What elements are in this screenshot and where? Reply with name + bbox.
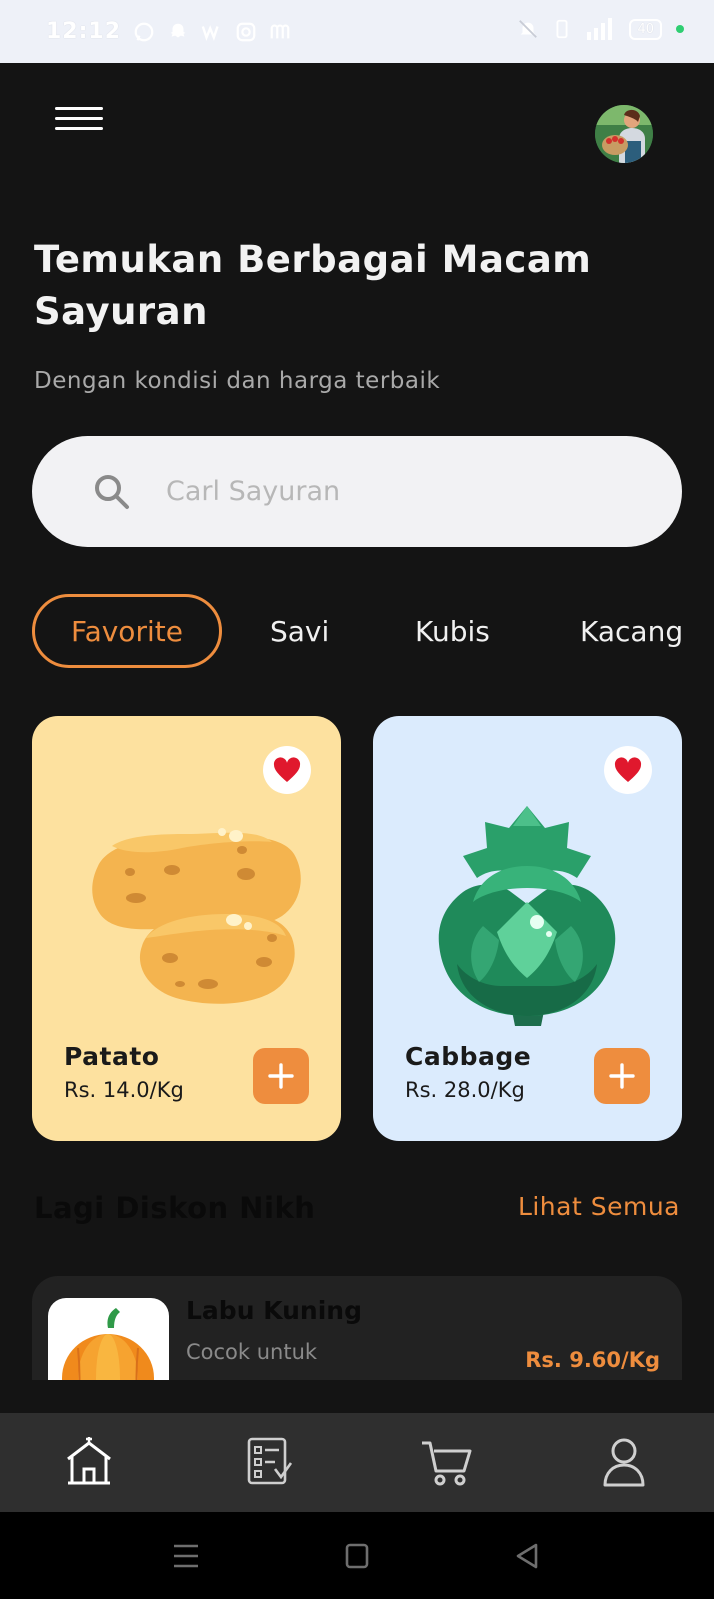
promo-description: Cocok untuk <box>186 1340 318 1364</box>
section-title: Lagi Diskon Nikh <box>34 1191 316 1225</box>
home-button[interactable] <box>339 1538 375 1574</box>
potato-illustration <box>92 828 301 1004</box>
list-item[interactable]: Labu Kuning Cocok untuk Rs. 9.60/Kg <box>32 1276 682 1380</box>
tab-savi[interactable]: Savi <box>270 594 329 668</box>
tab-kacang[interactable]: Kacang <box>580 594 683 668</box>
orders-icon[interactable] <box>243 1435 297 1489</box>
search-icon <box>95 475 129 509</box>
plus-icon <box>609 1063 635 1089</box>
product-price: Rs. 14.0/Kg <box>64 1078 184 1102</box>
search-bar[interactable] <box>32 436 682 547</box>
add-to-cart-button[interactable] <box>253 1048 309 1104</box>
status-bar: 12:12 40 <box>0 0 714 63</box>
page-title: Temukan Berbagai Macam Sayuran <box>34 238 592 333</box>
heart-icon <box>614 757 642 782</box>
tab-kubis[interactable]: Kubis <box>415 594 490 668</box>
avatar[interactable] <box>595 105 653 163</box>
search-input[interactable] <box>166 466 646 516</box>
see-all-link[interactable]: Lihat Semua <box>518 1192 680 1221</box>
snapchat-icon <box>170 23 186 37</box>
plus-icon <box>268 1063 294 1089</box>
status-dot <box>676 25 684 33</box>
system-nav-bar <box>0 1512 714 1599</box>
cabbage-illustration <box>438 806 616 1026</box>
cart-icon[interactable] <box>420 1435 474 1489</box>
recents-button[interactable] <box>168 1538 204 1574</box>
product-card[interactable]: Patato Rs. 14.0/Kg <box>32 716 341 1141</box>
promo-price: Rs. 9.60/Kg <box>525 1348 660 1372</box>
hamburger-icon[interactable] <box>55 107 105 137</box>
back-button[interactable] <box>510 1538 546 1574</box>
whatsapp-icon <box>134 22 154 41</box>
add-to-cart-button[interactable] <box>594 1048 650 1104</box>
pumpkin-image <box>48 1298 169 1380</box>
instagram-icon <box>236 22 256 41</box>
tab-favorite[interactable]: Favorite <box>32 594 222 668</box>
profile-icon[interactable] <box>597 1435 651 1489</box>
farmer-avatar <box>595 105 653 163</box>
pumpkin-illustration <box>62 1308 154 1380</box>
favorite-button[interactable] <box>263 746 311 794</box>
page-subtitle: Dengan kondisi dan harga terbaik <box>34 368 441 394</box>
product-price: Rs. 28.0/Kg <box>405 1078 525 1102</box>
promo-name: Labu Kuning <box>186 1296 362 1325</box>
promo-list: Labu Kuning Cocok untuk Rs. 9.60/Kg <box>0 1276 714 1380</box>
m-icon <box>270 24 290 38</box>
vibrate-icon <box>556 19 568 39</box>
w-icon <box>201 24 219 41</box>
battery-icon: 40 <box>629 18 662 40</box>
favorite-button[interactable] <box>604 746 652 794</box>
home-icon[interactable] <box>62 1435 116 1489</box>
product-name: Cabbage <box>405 1042 532 1071</box>
status-time: 12:12 <box>46 19 122 44</box>
top-app-bar <box>0 63 714 183</box>
mute-icon <box>519 20 538 38</box>
product-name: Patato <box>64 1042 160 1071</box>
bottom-nav <box>0 1413 714 1512</box>
heart-icon <box>273 757 301 782</box>
product-card[interactable]: Cabbage Rs. 28.0/Kg <box>373 716 682 1141</box>
category-tabs: Favorite Savi Kubis Kacang <box>32 594 714 670</box>
signal-icon <box>587 18 613 40</box>
